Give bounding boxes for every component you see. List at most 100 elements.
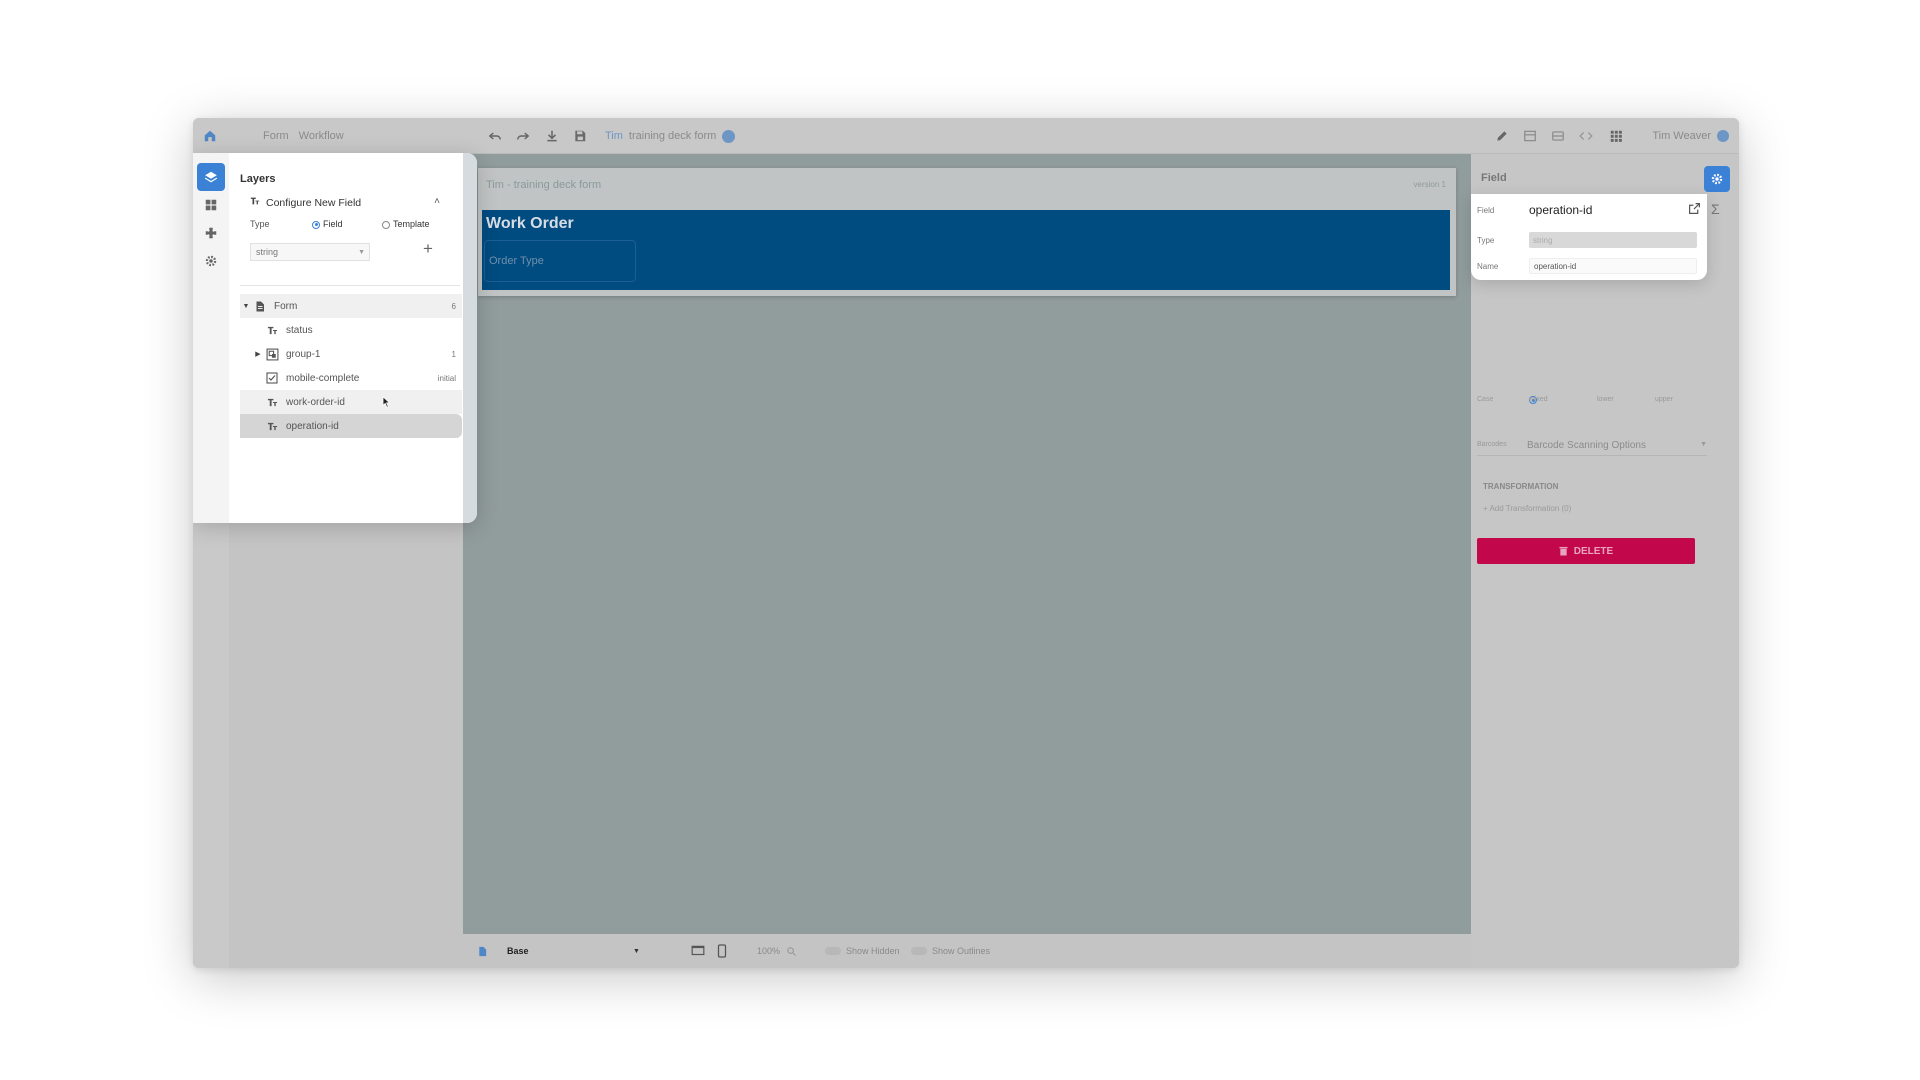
tree-item-count: initial (437, 373, 456, 383)
tree-item-count: 6 (451, 301, 456, 311)
tree-item-count: 1 (451, 349, 456, 359)
name-label: Name (1477, 262, 1499, 271)
chevron-down-icon[interactable]: ▼ (633, 944, 640, 958)
case-selector: Case mixed lower upper (1477, 396, 1717, 408)
case-option-upper[interactable]: upper (1655, 396, 1673, 403)
document-name[interactable]: training deck form (629, 130, 716, 142)
user-menu[interactable]: Tim Weaver (1652, 126, 1729, 146)
show-outlines-toggle[interactable]: Show Outlines (911, 944, 990, 958)
sync-icon[interactable] (722, 129, 736, 143)
add-field-button[interactable]: + (419, 239, 437, 258)
radio-unselected-icon[interactable] (382, 220, 390, 229)
document-id: Tim (605, 130, 623, 142)
form-preview-card[interactable]: Tim - training deck form version 1 Work … (478, 168, 1456, 296)
tree-item-label: group-1 (286, 348, 321, 360)
case-option-lower[interactable]: lower (1597, 396, 1614, 403)
chevron-down-icon: ▼ (1700, 441, 1707, 448)
show-hidden-label: Show Hidden (846, 946, 900, 956)
breadcrumb-form[interactable]: Form (263, 130, 289, 142)
field-properties-card: Field operation-id Type string Name oper… (1471, 194, 1707, 280)
plugins-icon[interactable] (197, 219, 225, 247)
home-icon[interactable] (203, 126, 217, 146)
form-version: version 1 (1413, 180, 1446, 189)
tree-item-group-1[interactable]: ▶ group-1 1 (240, 342, 462, 366)
delete-label: DELETE (1573, 545, 1614, 557)
tree-item-label: operation-id (286, 420, 339, 432)
name-input[interactable]: operation-id (1529, 258, 1697, 274)
redo-icon[interactable] (515, 126, 531, 146)
work-order-title: Work Order (486, 215, 574, 232)
code-icon[interactable] (1579, 126, 1593, 146)
properties-title: Field (1481, 172, 1507, 184)
tree-item-operation-id[interactable]: operation-id (240, 414, 462, 438)
toggle-switch[interactable] (911, 947, 927, 955)
expand-caret-icon[interactable]: ▼ (240, 303, 252, 310)
toggle-switch[interactable] (825, 947, 841, 955)
text-field-icon (264, 394, 280, 410)
download-icon[interactable] (545, 126, 559, 146)
settings-icon[interactable] (197, 247, 225, 275)
pencil-icon[interactable] (1495, 126, 1509, 146)
tree-item-label: mobile-complete (286, 372, 360, 384)
type-option-field[interactable]: Field (312, 219, 343, 229)
chevron-up-icon[interactable]: ˄ (434, 196, 440, 207)
zoom-control[interactable]: 100% (757, 944, 797, 958)
apps-grid-icon[interactable] (1609, 126, 1623, 146)
type-option-template-label: Template (393, 219, 430, 229)
expand-caret-icon[interactable]: ▶ (252, 350, 264, 358)
tree-item-work-order-id[interactable]: work-order-id (240, 390, 462, 414)
radio-selected-icon[interactable] (312, 220, 320, 229)
configure-new-field-header[interactable]: Configure New Field ˄ (250, 196, 440, 209)
type-selector: Type Field Template (250, 219, 450, 229)
checkbox-icon (264, 370, 280, 386)
user-name: Tim Weaver (1652, 130, 1711, 142)
document-icon (252, 298, 268, 314)
text-field-icon (264, 322, 280, 338)
case-label: Case (1477, 396, 1494, 403)
open-external-icon[interactable] (1688, 202, 1701, 217)
tree-item-status[interactable]: status (240, 318, 462, 342)
layout-view-icon[interactable] (1523, 126, 1537, 146)
preview-icon[interactable] (1551, 126, 1565, 146)
breadcrumb-workflow[interactable]: Workflow (299, 130, 344, 142)
divider (240, 285, 460, 286)
form-title: Tim - training deck form (486, 179, 602, 191)
field-type-select[interactable]: string ▼ (250, 243, 370, 261)
save-icon[interactable] (573, 126, 587, 146)
layers-panel: Layers Configure New Field ˄ Type Field … (193, 153, 477, 523)
field-type-value: string (256, 247, 279, 257)
desktop-view-icon[interactable] (691, 944, 705, 958)
work-order-panel[interactable]: Work Order Order Type (482, 210, 1450, 290)
tree-item-mobile-complete[interactable]: mobile-complete initial (240, 366, 462, 390)
base-select-label[interactable]: Base (507, 944, 529, 958)
zoom-icon[interactable] (786, 946, 797, 957)
case-option-label: mixed (1529, 396, 1548, 403)
tree-item-form[interactable]: ▼ Form 6 (240, 294, 462, 318)
bottom-toolbar: Base ▼ 100% Show Hidden Show Outlines (463, 934, 1471, 968)
breadcrumb: Form Workflow (263, 126, 344, 146)
text-field-icon (264, 418, 280, 434)
type-option-template[interactable]: Template (382, 219, 430, 229)
barcodes-select[interactable]: Barcodes Barcode Scanning Options ▼ (1477, 438, 1707, 456)
configure-new-field-label: Configure New Field (266, 196, 362, 209)
sigma-icon[interactable]: Σ (1711, 201, 1720, 217)
undo-icon[interactable] (487, 126, 503, 146)
tree-item-label: status (286, 324, 313, 336)
text-field-icon (250, 196, 260, 209)
top-toolbar: Form Workflow Tim training deck form Tim… (193, 118, 1739, 154)
components-icon[interactable] (197, 191, 225, 219)
type-label: Type (1477, 236, 1495, 245)
layers-icon[interactable] (197, 163, 225, 191)
layers-scrollbar[interactable] (463, 153, 477, 523)
order-type-field[interactable]: Order Type (484, 240, 636, 282)
show-hidden-toggle[interactable]: Show Hidden (825, 944, 900, 958)
base-doc-icon (477, 944, 488, 958)
show-outlines-label: Show Outlines (932, 946, 991, 956)
user-avatar-icon (1717, 130, 1729, 142)
zoom-level: 100% (757, 946, 781, 956)
mobile-view-icon[interactable] (717, 944, 727, 958)
add-transformation-button[interactable]: + Add Transformation (0) (1483, 504, 1571, 513)
type-label: Type (250, 219, 270, 229)
gear-icon[interactable] (1704, 166, 1730, 192)
delete-button[interactable]: DELETE (1477, 538, 1695, 564)
